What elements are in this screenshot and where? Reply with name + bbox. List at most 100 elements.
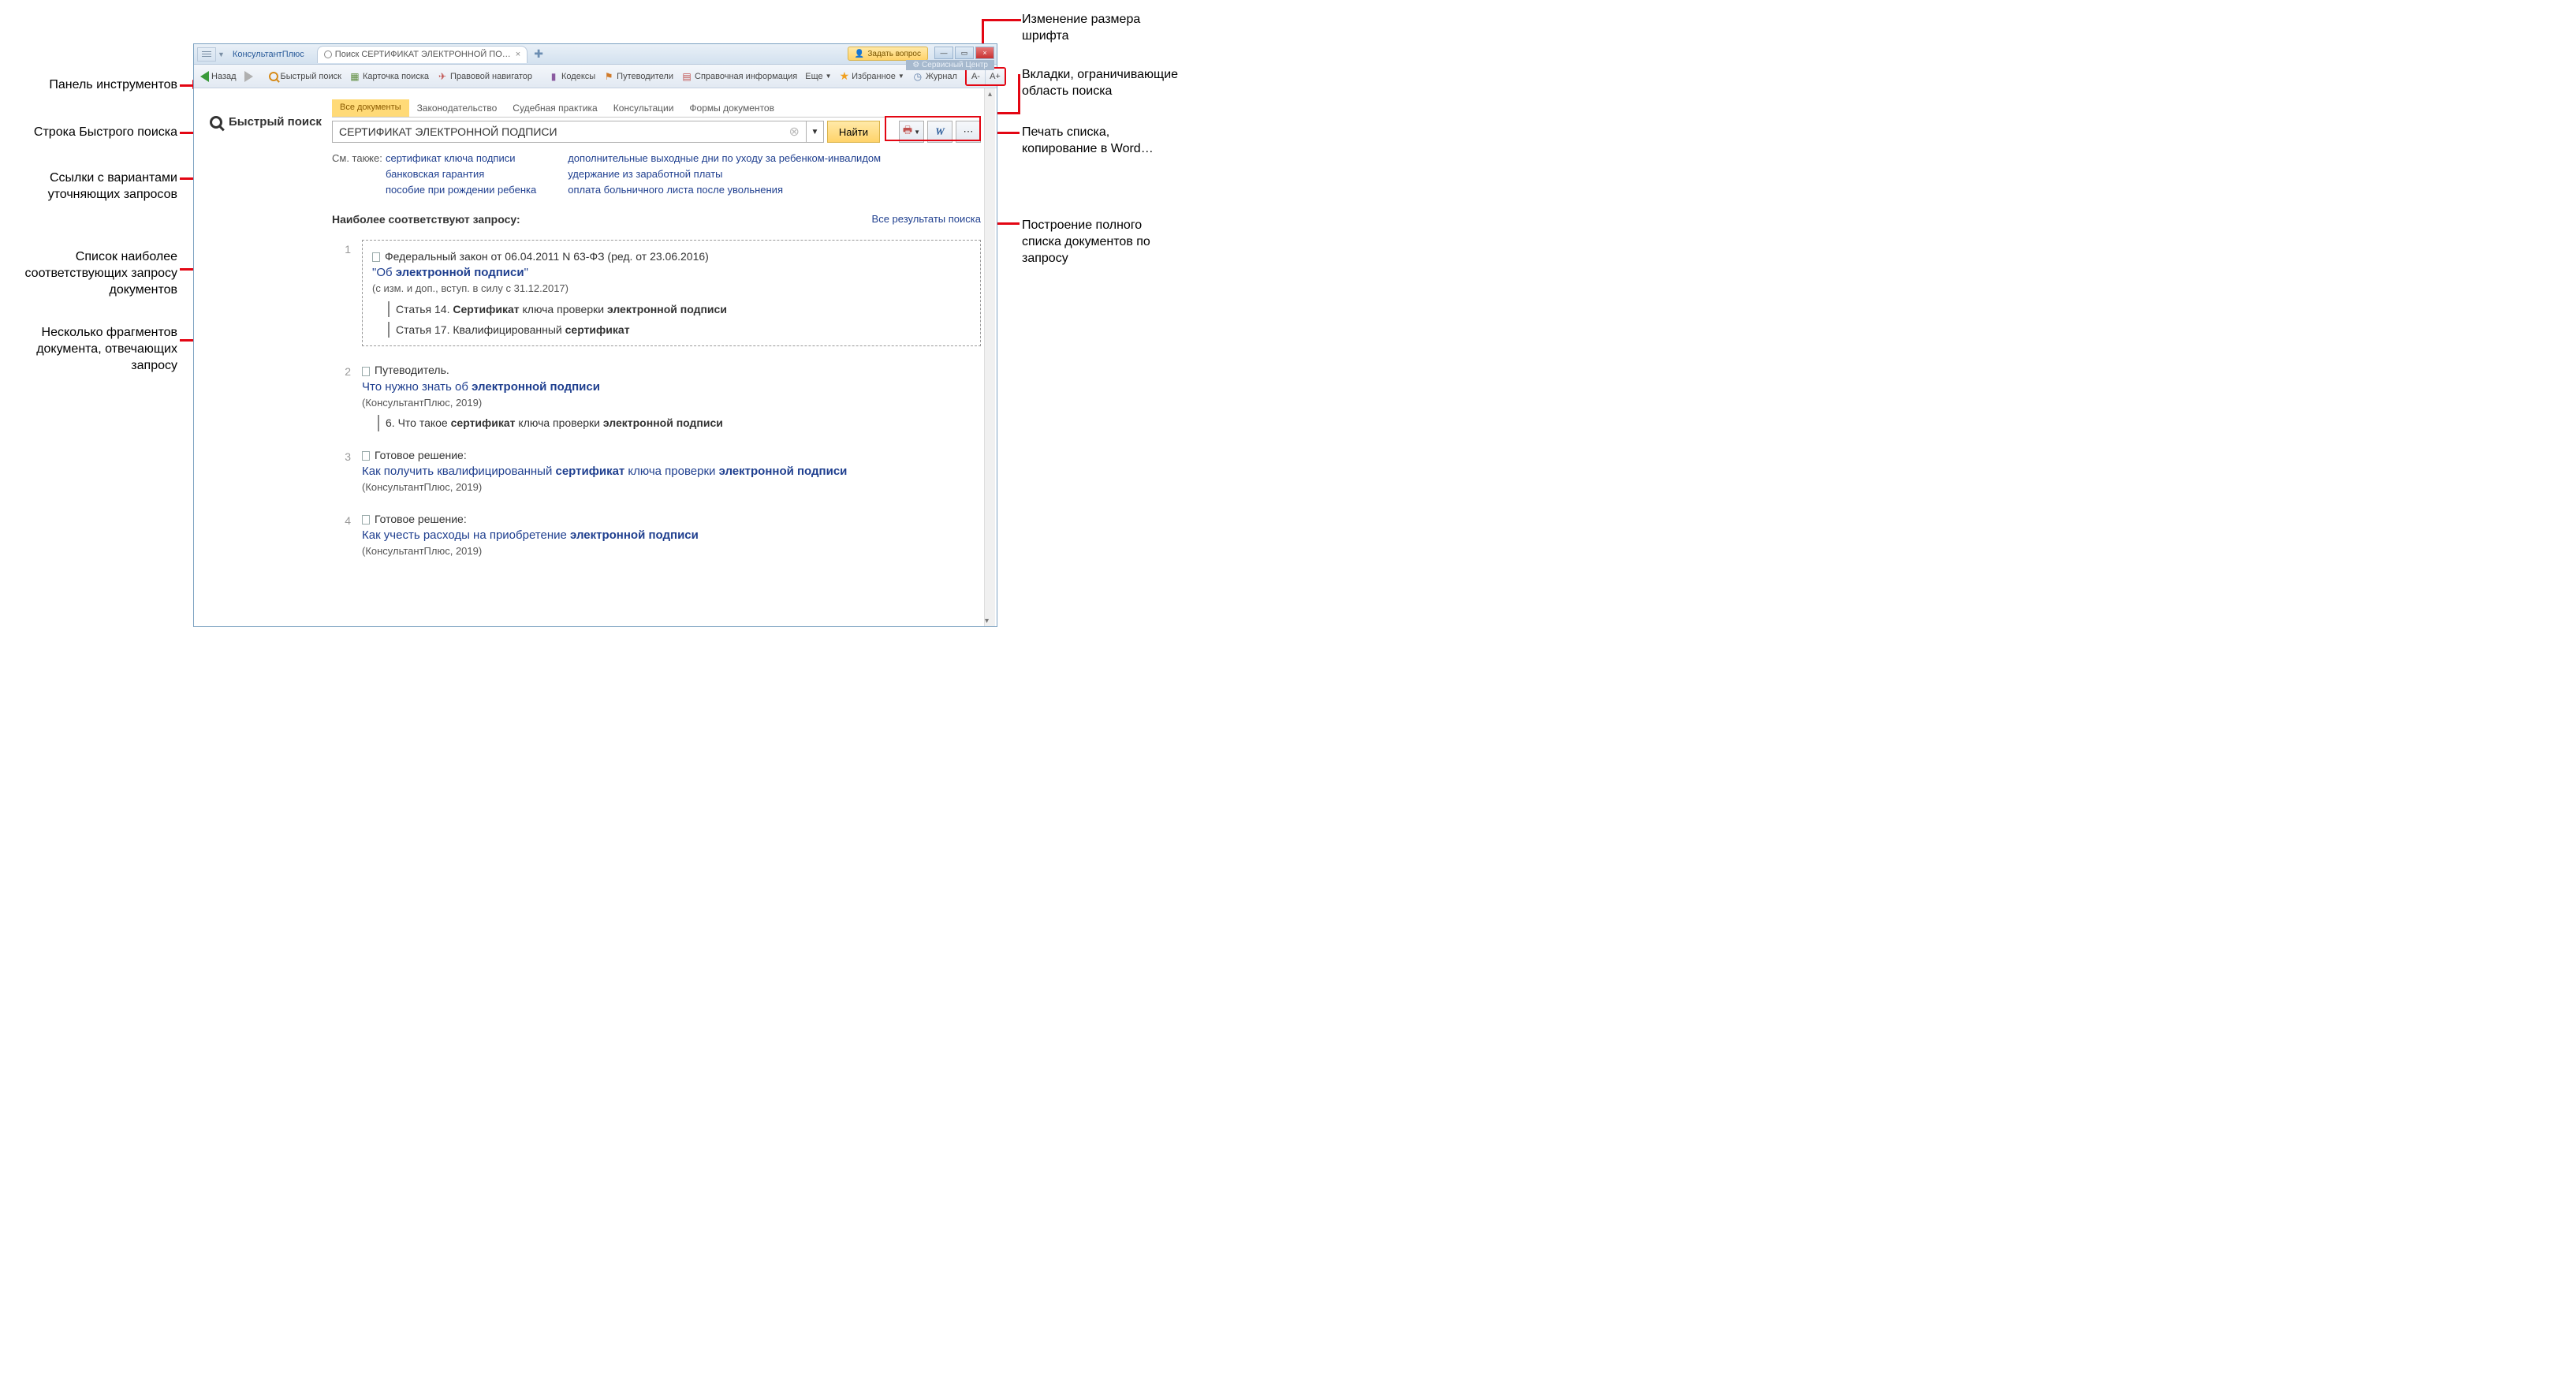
result-context: Готовое решение:: [375, 449, 467, 461]
refine-link[interactable]: сертификат ключа подписи: [386, 152, 536, 164]
search-history-dropdown[interactable]: ▼: [807, 121, 824, 143]
maximize-icon[interactable]: ▭: [955, 47, 974, 59]
guides-nav[interactable]: ⚑ Путеводители: [603, 71, 673, 82]
toolbar: Назад Быстрый поиск ▦ Карточка поиска ✈ …: [194, 65, 997, 88]
app-window: ▼ КонсультантПлюс Поиск СЕРТИФИКАТ ЭЛЕКТ…: [193, 43, 997, 627]
refine-link[interactable]: удержание из заработной платы: [568, 168, 881, 180]
annot-fragments: Несколько фрагментов документа, отвечающ…: [0, 325, 177, 374]
star-icon: ★: [840, 69, 850, 83]
result-context: Федеральный закон от 06.04.2011 N 63-ФЗ …: [385, 250, 709, 263]
all-results-link[interactable]: Все результаты поиска: [872, 213, 981, 226]
ask-question-button[interactable]: 👤 Задать вопрос: [848, 47, 928, 61]
annot-quick-search: Строка Быстрого поиска: [0, 125, 177, 141]
forward-arrow-icon[interactable]: [244, 71, 253, 82]
search-tab[interactable]: Поиск СЕРТИФИКАТ ЭЛЕКТРОННОЙ ПО… ×: [317, 46, 528, 63]
search-input-value: СЕРТИФИКАТ ЭЛЕКТРОННОЙ ПОДПИСИ: [339, 125, 557, 138]
window-close-icon[interactable]: ×: [975, 47, 994, 59]
result-title-link[interactable]: Как получить квалифицированный сертифика…: [362, 463, 981, 480]
more-actions-button[interactable]: ⋯: [956, 121, 981, 143]
close-tab-icon[interactable]: ×: [516, 50, 520, 59]
document-icon: [362, 451, 370, 461]
more-nav[interactable]: Еще ▼: [805, 72, 831, 81]
result-item: 2 Путеводитель. Что нужно знать об элект…: [332, 354, 981, 439]
refine-link[interactable]: пособие при рождении ребенка: [386, 184, 536, 196]
annot-font-size: Изменение размера шрифта: [1022, 12, 1180, 45]
scope-law-tab[interactable]: Законодательство: [409, 99, 505, 117]
scroll-up-icon[interactable]: ▴: [985, 88, 995, 99]
search-tab-icon: [324, 50, 332, 58]
codex-nav[interactable]: ▮ Кодексы: [548, 71, 595, 82]
result-fragment[interactable]: 6. Что такое сертификат ключа проверки э…: [378, 415, 981, 431]
refine-link[interactable]: банковская гарантия: [386, 168, 536, 180]
find-button[interactable]: Найти: [827, 121, 880, 143]
result-number: 3: [332, 447, 351, 495]
content-area: Быстрый поиск Все документы Законодатель…: [194, 88, 997, 626]
service-center-link[interactable]: ⚙ Сервисный Центр: [906, 60, 994, 70]
print-button[interactable]: 🖶▼: [899, 121, 924, 143]
annot-scope-tabs: Вкладки, ограничивающие область поиска: [1022, 67, 1180, 100]
result-number: 2: [332, 362, 351, 431]
back-arrow-icon: [200, 71, 209, 82]
annot-actions: Печать списка, копирование в Word…: [1022, 125, 1180, 158]
minimize-icon[interactable]: —: [934, 47, 953, 59]
book-icon: ▮: [548, 71, 559, 82]
result-title-link[interactable]: Как учесть расходы на приобретение элект…: [362, 527, 981, 544]
font-decrease-button[interactable]: A-: [967, 69, 986, 84]
result-title-link[interactable]: Что нужно знать об электронной подписи: [362, 379, 981, 396]
result-item: 1 Федеральный закон от 06.04.2011 N 63-Ф…: [332, 232, 981, 354]
hamburger-menu-icon[interactable]: [197, 47, 216, 62]
scroll-down-icon[interactable]: ▾: [985, 615, 989, 626]
result-meta: (КонсультантПлюс, 2019): [362, 396, 981, 411]
journal-nav[interactable]: ◷ Журнал: [912, 71, 957, 82]
ask-question-label: Задать вопрос: [867, 50, 921, 58]
search-heading-icon: [210, 116, 222, 129]
result-number: 1: [332, 240, 351, 346]
font-increase-button[interactable]: A+: [986, 69, 1005, 84]
scrollbar[interactable]: ▴ ▾: [984, 88, 995, 626]
list-action-buttons: 🖶▼ W ⋯: [899, 121, 981, 143]
search-card-nav[interactable]: ▦ Карточка поиска: [349, 71, 429, 82]
scope-all-tab[interactable]: Все документы: [332, 99, 409, 117]
quick-search-nav[interactable]: Быстрый поиск: [269, 72, 341, 81]
result-meta: (с изм. и доп., вступ. в силу с 31.12.20…: [372, 282, 971, 297]
document-icon: [362, 367, 370, 376]
result-meta: (КонсультантПлюс, 2019): [362, 544, 981, 559]
scope-court-tab[interactable]: Судебная практика: [505, 99, 605, 117]
result-context: Путеводитель.: [375, 364, 449, 376]
scope-tabs: Все документы Законодательство Судебная …: [332, 99, 981, 118]
back-label: Назад: [211, 72, 237, 81]
annot-full-list: Построение полного списка документов по …: [1022, 218, 1180, 267]
document-icon: [362, 515, 370, 525]
results-list: 1 Федеральный закон от 06.04.2011 N 63-Ф…: [332, 232, 981, 566]
new-tab-icon[interactable]: ✚: [534, 47, 543, 61]
refine-link[interactable]: дополнительные выходные дни по уходу за …: [568, 152, 881, 164]
annot-toolbar: Панель инструментов: [0, 77, 177, 94]
results-heading: Наиболее соответствуют запросу:: [332, 213, 520, 226]
result-title-link[interactable]: "Об электронной подписи": [372, 264, 971, 282]
word-export-button[interactable]: W: [927, 121, 952, 143]
search-input[interactable]: СЕРТИФИКАТ ЭЛЕКТРОННОЙ ПОДПИСИ ⊗: [332, 121, 807, 143]
refine-link[interactable]: оплата больничного листа после увольнени…: [568, 184, 881, 196]
result-item: 3 Готовое решение: Как получить квалифиц…: [332, 439, 981, 503]
search-icon: [269, 72, 278, 81]
navigator-nav[interactable]: ✈ Правовой навигатор: [437, 71, 532, 82]
quick-search-heading: Быстрый поиск: [210, 115, 332, 129]
scope-consult-tab[interactable]: Консультации: [606, 99, 682, 117]
app-home-tab[interactable]: КонсультантПлюс: [225, 46, 312, 63]
titlebar: ▼ КонсультантПлюс Поиск СЕРТИФИКАТ ЭЛЕКТ…: [194, 44, 997, 65]
printer-icon: 🖶: [903, 123, 912, 140]
clear-input-icon[interactable]: ⊗: [788, 124, 799, 140]
result-item: 4 Готовое решение: Как учесть расходы на…: [332, 503, 981, 567]
search-tab-label: Поиск СЕРТИФИКАТ ЭЛЕКТРОННОЙ ПО…: [335, 50, 511, 59]
back-button[interactable]: Назад: [200, 71, 237, 82]
see-also-label: См. также:: [332, 152, 386, 196]
scope-forms-tab[interactable]: Формы документов: [681, 99, 782, 117]
result-fragment[interactable]: Статья 17. Квалифицированный сертификат: [388, 322, 971, 338]
annot-top-list: Список наиболее соответствующих запросу …: [0, 249, 177, 298]
reference-nav[interactable]: ▤ Справочная информация: [681, 71, 797, 82]
result-number: 4: [332, 511, 351, 559]
annot-refine-links: Ссылки с вариантами уточняющих запросов: [0, 170, 177, 203]
flag-icon: ⚑: [603, 71, 614, 82]
result-fragment[interactable]: Статья 14. Сертификат ключа проверки эле…: [388, 301, 971, 317]
favorites-nav[interactable]: ★ Избранное ▼: [840, 69, 904, 83]
